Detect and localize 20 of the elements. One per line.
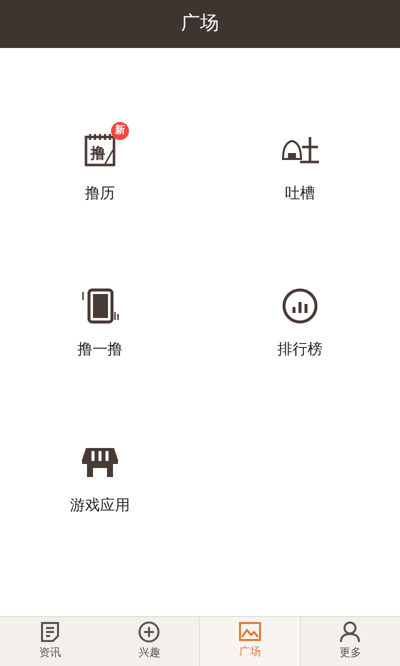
feature-label[interactable]: 撸一撸: [78, 339, 122, 362]
feature-label[interactable]: 吐槽: [285, 183, 315, 206]
feature-label[interactable]: 游戏应用: [70, 495, 130, 518]
rice-ball-icon: [280, 135, 320, 165]
bar-chart-icon: [282, 288, 318, 324]
new-badge: 新: [111, 122, 129, 140]
icon-glyph: 撸: [90, 145, 106, 162]
page-title: 广场: [181, 12, 219, 36]
calendar-icon: [84, 133, 116, 166]
document-icon: [40, 621, 60, 644]
tab[interactable]: 更多: [300, 617, 400, 666]
feature-label[interactable]: 排行榜: [278, 339, 322, 362]
tab[interactable]: 资讯: [0, 617, 100, 666]
tab[interactable]: 兴趣: [100, 617, 199, 666]
add-icon: [138, 621, 160, 644]
picture-icon: [238, 622, 261, 642]
phone-shake-icon: [80, 288, 120, 324]
person-icon: [339, 621, 362, 644]
feature-label[interactable]: 撸历: [85, 183, 115, 206]
shop-icon: [81, 446, 119, 478]
